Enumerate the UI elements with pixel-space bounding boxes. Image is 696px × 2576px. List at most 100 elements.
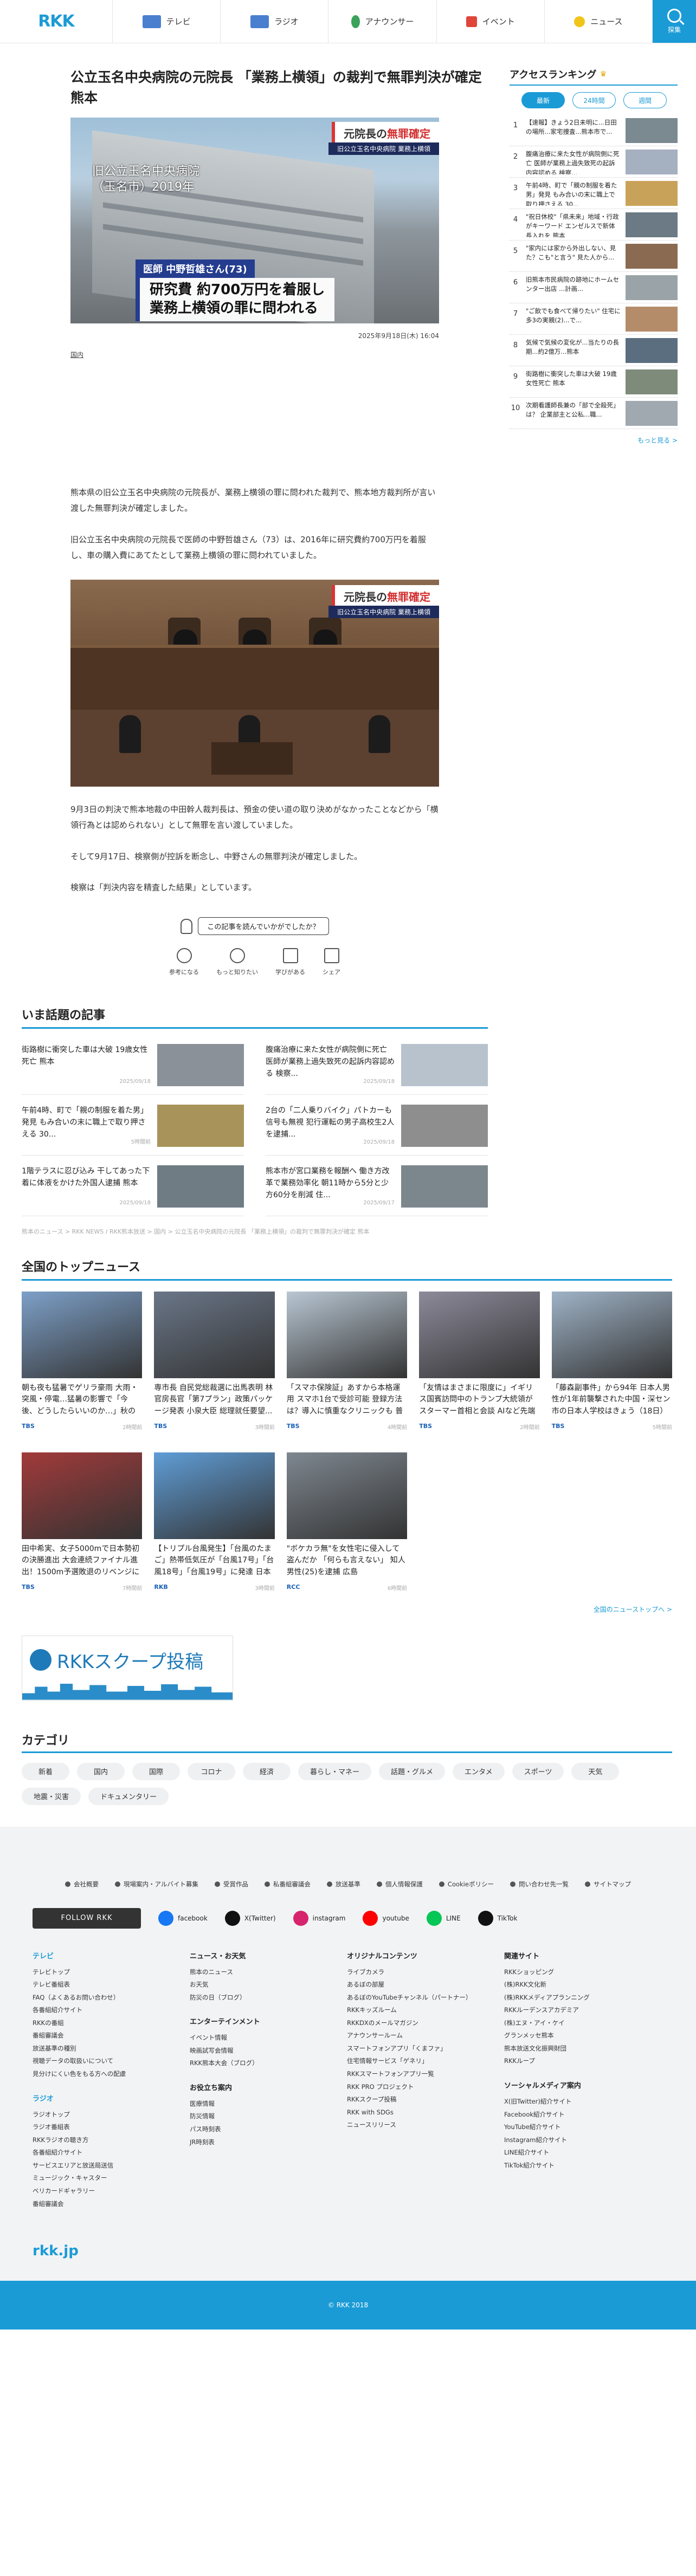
footer-nav-link[interactable]: 各番組紹介サイト bbox=[33, 2004, 190, 2017]
footer-nav-link[interactable]: RKK熊本大会（ブログ） bbox=[190, 2057, 347, 2070]
footer-link[interactable]: 現場案内・アルバイト募集 bbox=[115, 1880, 198, 1889]
ranking-item[interactable]: 6 旧熊本市民病院の跡地にホームセンター出店 ...計画... bbox=[510, 272, 678, 303]
top-news-card[interactable]: 【トリプル台風発生】「台風のたまご」熱帯低気圧が「台風17号」「台風18号」「台… bbox=[154, 1452, 275, 1592]
hot-topic-item[interactable]: 腹痛治療に来た女性が病院側に死亡 医師が業務上過失致死の起訴内容認める 検察..… bbox=[266, 1034, 488, 1095]
nav-item-event[interactable]: イベント bbox=[437, 0, 545, 43]
footer-nav-link[interactable]: RKKラジオの聴き方 bbox=[33, 2134, 190, 2147]
footer-nav-link[interactable]: YouTube紹介サイト bbox=[504, 2121, 661, 2134]
reaction-share-button[interactable]: シェア bbox=[323, 948, 340, 976]
footer-nav-link[interactable]: 防災の日（ブログ） bbox=[190, 1991, 347, 2004]
sns-link[interactable]: TikTok bbox=[478, 1910, 517, 1926]
footer-nav-link[interactable]: 見分けにくい色をもる方への配慮 bbox=[33, 2068, 190, 2081]
top-news-card[interactable]: 田中希実、女子5000mで日本勢初の決勝進出 大会連続ファイナル進出！1500m… bbox=[22, 1452, 143, 1592]
sns-link[interactable]: instagram bbox=[293, 1910, 345, 1926]
tab-24h[interactable]: 24時間 bbox=[572, 92, 616, 108]
footer-link[interactable]: 会社概要 bbox=[65, 1880, 99, 1889]
footer-nav-link[interactable]: 各番組紹介サイト bbox=[33, 2146, 190, 2159]
footer-nav-link[interactable]: 映画試写会情報 bbox=[190, 2045, 347, 2058]
sns-link[interactable]: X(Twitter) bbox=[224, 1910, 276, 1926]
top-news-card[interactable]: 「友情はまさまに限度に」イギリス国賓訪問中のトランプ大統領がスターマー首相と会談… bbox=[419, 1291, 540, 1431]
nav-item-news[interactable]: ニュース bbox=[545, 0, 653, 43]
nav-item-radio[interactable]: ラジオ bbox=[221, 0, 329, 43]
footer-nav-link[interactable]: 防災情報 bbox=[190, 2110, 347, 2123]
nav-item-announcer[interactable]: アナウンサー bbox=[328, 0, 437, 43]
category-chip[interactable]: ドキュメンタリー bbox=[88, 1787, 169, 1805]
footer-nav-link[interactable]: RKKループ bbox=[504, 2055, 661, 2068]
footer-nav-link[interactable]: RKKDXのメールマガジン bbox=[347, 2017, 504, 2030]
footer-nav-link[interactable]: 番組審議会 bbox=[33, 2198, 190, 2211]
ranking-item[interactable]: 2 腹痛治療に来た女性が病院側に死亡 医師が業務上過失致死の起訴内容認める 検察.… bbox=[510, 146, 678, 178]
footer-nav-link[interactable]: RKKキッズルーム bbox=[347, 2004, 504, 2017]
footer-nav-link[interactable]: FAQ（よくあるお問い合わせ） bbox=[33, 1991, 190, 2004]
footer-link[interactable]: サイトマップ bbox=[584, 1880, 631, 1889]
tab-latest[interactable]: 最新 bbox=[521, 92, 565, 108]
reaction-learn-button[interactable]: 学びがある bbox=[275, 948, 305, 976]
scoop-banner[interactable]: RKKスクープ投稿 bbox=[22, 1635, 233, 1701]
ranking-more-link[interactable]: もっと見る > bbox=[510, 436, 678, 445]
footer-nav-link[interactable]: LINE紹介サイト bbox=[504, 2146, 661, 2159]
ranking-item[interactable]: 10 次期看護師長兼の「部で全殺死」は？ 企業部主と公私...職... bbox=[510, 398, 678, 429]
footer-nav-link[interactable]: サービスエリアと放送局送信 bbox=[33, 2159, 190, 2172]
footer-nav-link[interactable]: (株)RKK文化新 bbox=[504, 1978, 661, 1991]
category-chip[interactable]: 地震・災害 bbox=[22, 1787, 81, 1805]
site-logo[interactable]: RKK bbox=[0, 0, 113, 43]
footer-nav-link[interactable]: グランメッセ熊本 bbox=[504, 2029, 661, 2042]
footer-nav-link[interactable]: テレビ番組表 bbox=[33, 1978, 190, 1991]
footer-link[interactable]: 受賞作品 bbox=[214, 1880, 248, 1889]
footer-nav-link[interactable]: テレビトップ bbox=[33, 1966, 190, 1979]
category-chip[interactable]: 暮らし・マネー bbox=[298, 1762, 372, 1780]
footer-nav-link[interactable]: 熊本のニュース bbox=[190, 1966, 347, 1979]
footer-nav-link[interactable]: RKK PRO プロジェクト bbox=[347, 2081, 504, 2094]
footer-nav-link[interactable]: ミュージック・キャスター bbox=[33, 2172, 190, 2185]
ranking-item[interactable]: 3 午前4時、町で「親の制服を着た男」発見 もみ合いの末に職上で取り押さえる 30… bbox=[510, 178, 678, 209]
ranking-item[interactable]: 7 "ご飲でも食べて帰りたい" 住宅に多3の実親(2)...で... bbox=[510, 303, 678, 335]
hot-topic-item[interactable]: 街路樹に衝突した車は大破 19歳女性死亡 熊本 2025/09/18 bbox=[22, 1034, 244, 1095]
footer-nav-link[interactable]: Instagram紹介サイト bbox=[504, 2134, 661, 2147]
category-chip[interactable]: 話題・グルメ bbox=[379, 1762, 446, 1780]
search-button[interactable]: 探集 bbox=[653, 0, 696, 43]
category-chip[interactable]: 天気 bbox=[571, 1762, 620, 1780]
ranking-item[interactable]: 5 "家内には家から外出しない、見た？こも"と言う" 見た人から... bbox=[510, 241, 678, 272]
footer-nav-link[interactable]: ラジオ番組表 bbox=[33, 2121, 190, 2134]
sns-link[interactable]: youtube bbox=[363, 1910, 409, 1926]
category-chip[interactable]: エンタメ bbox=[453, 1762, 505, 1780]
footer-nav-link[interactable]: スマートフォンアプリ「くまファ」 bbox=[347, 2042, 504, 2055]
category-chip[interactable]: 国際 bbox=[132, 1762, 180, 1780]
sns-link[interactable]: facebook bbox=[158, 1910, 208, 1926]
hot-topic-item[interactable]: 午前4時、町で「親の制服を着た男」発見 もみ合いの末に職上で取り押さえる 30.… bbox=[22, 1095, 244, 1156]
reaction-helpful-button[interactable]: 参考になる bbox=[169, 948, 199, 976]
top-news-card[interactable]: 専市長 自民党総裁選に出馬表明 林官房長官「第7プラン」政策パッケージ発表 小泉… bbox=[154, 1291, 275, 1431]
hot-topic-item[interactable]: 1階テラスに忍び込み 干してあった下着に体液をかけた外国人逮捕 熊本 2025/0… bbox=[22, 1156, 244, 1216]
footer-nav-link[interactable]: RKKスクープ投稿 bbox=[347, 2093, 504, 2106]
hot-topic-item[interactable]: 熊本市が宮口業務を報酬へ 働き方改革で業務効率化 朝11時から5分と少方60分を… bbox=[266, 1156, 488, 1216]
tab-weekly[interactable]: 週間 bbox=[623, 92, 667, 108]
hot-topic-item[interactable]: 2台の「二人乗りバイク」パトカーも信号も無視 犯行運転の男子高校生2人を逮捕..… bbox=[266, 1095, 488, 1156]
footer-nav-link[interactable]: (株)RKKメディアプランニング bbox=[504, 1991, 661, 2004]
article-category-link[interactable]: 国内 bbox=[70, 350, 488, 359]
reaction-more-button[interactable]: もっと知りたい bbox=[216, 948, 258, 976]
category-chip[interactable]: コロナ bbox=[188, 1762, 235, 1780]
footer-nav-link[interactable]: あるぼの部屋 bbox=[347, 1978, 504, 1991]
footer-link[interactable]: 私番組審議会 bbox=[264, 1880, 311, 1889]
footer-nav-link[interactable]: RKKルーデンスアカデミア bbox=[504, 2004, 661, 2017]
footer-nav-link[interactable]: パス時刻表 bbox=[190, 2123, 347, 2136]
footer-nav-link[interactable]: お天気 bbox=[190, 1978, 347, 1991]
footer-nav-link[interactable]: 熊本放送文化振興財団 bbox=[504, 2042, 661, 2055]
category-chip[interactable]: 経済 bbox=[243, 1762, 291, 1780]
footer-nav-link[interactable]: 医療情報 bbox=[190, 2098, 347, 2111]
footer-nav-link[interactable]: RKKスマートフォンアプリ一覧 bbox=[347, 2068, 504, 2081]
footer-nav-link[interactable]: あるぼのYouTubeチャンネル（パートナー） bbox=[347, 1991, 504, 2004]
footer-nav-link[interactable]: RKK with SDGs bbox=[347, 2106, 504, 2119]
footer-nav-link[interactable]: イベント情報 bbox=[190, 2032, 347, 2045]
footer-nav-link[interactable]: RKKショッピング bbox=[504, 1966, 661, 1979]
footer-nav-link[interactable]: ライブカメラ bbox=[347, 1966, 504, 1979]
footer-nav-link[interactable]: ラジオトップ bbox=[33, 2108, 190, 2121]
footer-logo[interactable]: rkk.jp bbox=[33, 2243, 696, 2281]
ranking-item[interactable]: 4 "祝日休校"「県未来」地域・行政がキーワード エンゼルスで新体長入れを 熊本 bbox=[510, 209, 678, 241]
category-chip[interactable]: 国内 bbox=[77, 1762, 125, 1780]
top-news-card[interactable]: "ボケカラ無"を女性宅に侵入して盗んだか 「何らも言えない」 知人男性(25)を… bbox=[286, 1452, 408, 1592]
ranking-item[interactable]: 1 【速報】きょう2日未明に...日田の場所...家宅捜査...熊本市で... bbox=[510, 115, 678, 146]
footer-link[interactable]: 個人情報保護 bbox=[376, 1880, 423, 1889]
top-news-more-link[interactable]: 全国のニューストップへ > bbox=[22, 1605, 672, 1614]
footer-nav-link[interactable]: 住宅情報サービス「ゲネリ」 bbox=[347, 2055, 504, 2068]
